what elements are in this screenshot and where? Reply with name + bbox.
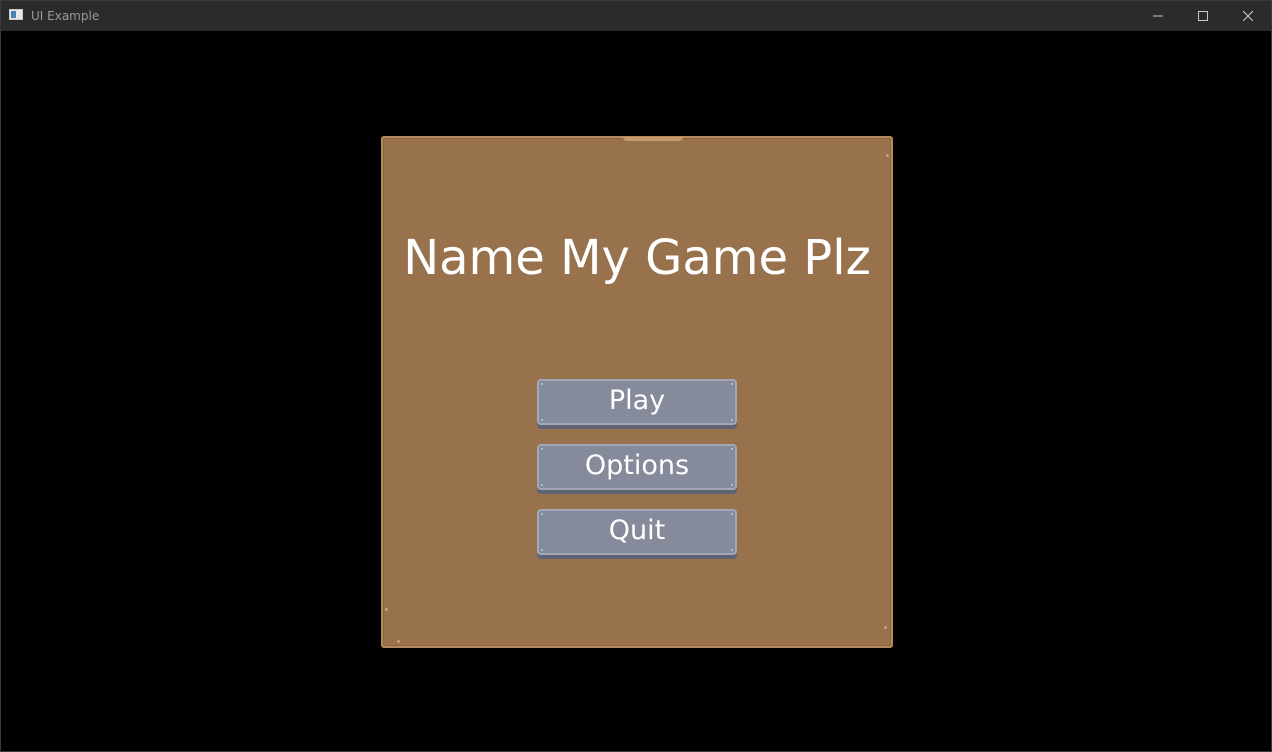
panel-rivet — [385, 608, 388, 611]
panel-rivet — [397, 640, 400, 643]
button-corner — [541, 549, 543, 551]
application-window: UI Example Name My Game Plz Play Options… — [0, 0, 1272, 752]
quit-button-label: Quit — [608, 515, 666, 546]
game-title: Name My Game Plz — [403, 230, 871, 286]
button-corner — [731, 419, 733, 421]
game-viewport: Name My Game Plz Play Options Quit — [1, 31, 1271, 751]
options-button-label: Options — [584, 450, 690, 481]
play-button[interactable]: Play — [537, 379, 737, 425]
title-bar[interactable]: UI Example — [1, 1, 1271, 31]
button-corner — [731, 448, 733, 450]
button-corner — [541, 513, 543, 515]
button-corner — [541, 484, 543, 486]
panel-rivet — [886, 154, 889, 157]
button-corner — [731, 383, 733, 385]
button-corner — [541, 419, 543, 421]
button-corner — [541, 448, 543, 450]
maximize-icon — [1198, 11, 1208, 21]
button-corner — [541, 383, 543, 385]
button-corner — [731, 513, 733, 515]
panel-notch-decoration — [623, 137, 683, 141]
button-corner — [731, 549, 733, 551]
quit-button[interactable]: Quit — [537, 509, 737, 555]
maximize-button[interactable] — [1180, 1, 1226, 31]
minimize-icon — [1153, 15, 1163, 17]
options-button[interactable]: Options — [537, 444, 737, 490]
close-button[interactable] — [1225, 1, 1271, 31]
minimize-button[interactable] — [1135, 1, 1181, 31]
play-button-label: Play — [608, 385, 666, 416]
window-title: UI Example — [31, 9, 100, 23]
button-corner — [731, 484, 733, 486]
panel-rivet — [884, 626, 887, 629]
main-menu-panel: Name My Game Plz Play Options Quit — [381, 136, 893, 648]
close-icon — [1243, 11, 1253, 21]
app-window-icon — [9, 9, 23, 20]
